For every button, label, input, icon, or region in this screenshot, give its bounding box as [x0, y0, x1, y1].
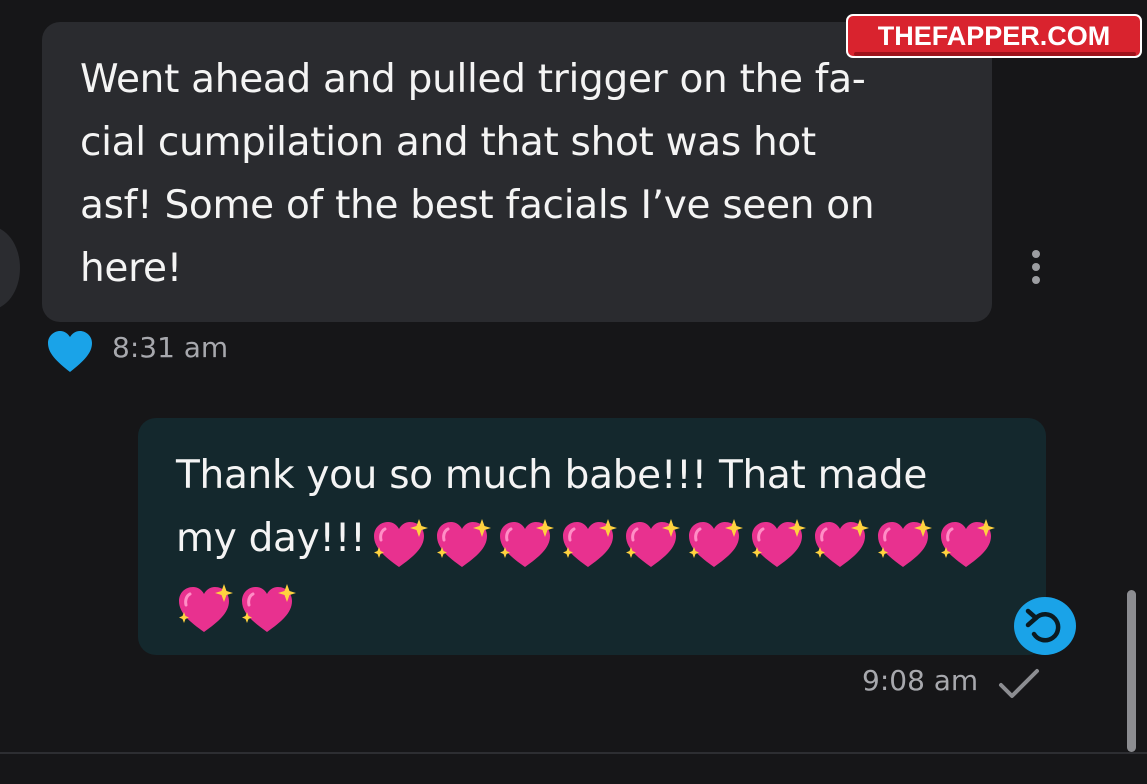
sparkling-heart-emoji	[623, 517, 683, 569]
message-line: cial cumpilation and that shot was hot	[80, 120, 816, 165]
message-line: here!	[80, 246, 183, 291]
sparkling-heart-emoji	[560, 517, 620, 569]
sender-avatar[interactable]	[0, 226, 20, 310]
sparkling-heart-emoji	[749, 517, 809, 569]
scrollbar[interactable]	[1127, 590, 1136, 752]
message-line: Went ahead and pulled trigger on the fa-	[80, 57, 866, 102]
blue-heart-icon[interactable]	[46, 330, 94, 374]
sparkling-heart-emoji	[938, 517, 998, 569]
message-line: asf! Some of the best facials I’ve seen …	[80, 183, 875, 228]
incoming-message-bubble[interactable]: Went ahead and pulled trigger on the fa-…	[42, 22, 992, 322]
sparkling-heart-emoji	[686, 517, 746, 569]
sparkling-heart-emoji	[812, 517, 872, 569]
check-icon	[999, 669, 1039, 698]
watermark-logo: THEFAPPER.COM	[846, 14, 1142, 58]
sparkling-heart-emoji	[239, 582, 299, 634]
more-options-icon[interactable]	[1024, 246, 1048, 288]
watermark-text: THEFAPPER.COM	[878, 21, 1111, 51]
emoji-line	[176, 572, 1020, 637]
message-line-with-emoji: my day!!!	[176, 507, 1020, 572]
divider	[0, 752, 1147, 754]
sparkling-heart-emoji	[176, 582, 236, 634]
message-timestamp: 9:08 am	[862, 664, 979, 697]
emoji-row	[176, 574, 302, 637]
sparkling-heart-emoji	[434, 517, 494, 569]
message-line-text: my day!!!	[176, 516, 366, 561]
message-line: Thank you so much babe!!! That made	[176, 453, 928, 498]
sparkling-heart-emoji	[497, 517, 557, 569]
message-timestamp: 8:31 am	[112, 331, 229, 364]
sparkling-heart-emoji	[875, 517, 935, 569]
reply-icon[interactable]	[1014, 597, 1076, 655]
outgoing-message-bubble[interactable]: Thank you so much babe!!! That made my d…	[138, 418, 1046, 655]
sparkling-heart-emoji	[371, 517, 431, 569]
emoji-row	[371, 509, 1001, 572]
